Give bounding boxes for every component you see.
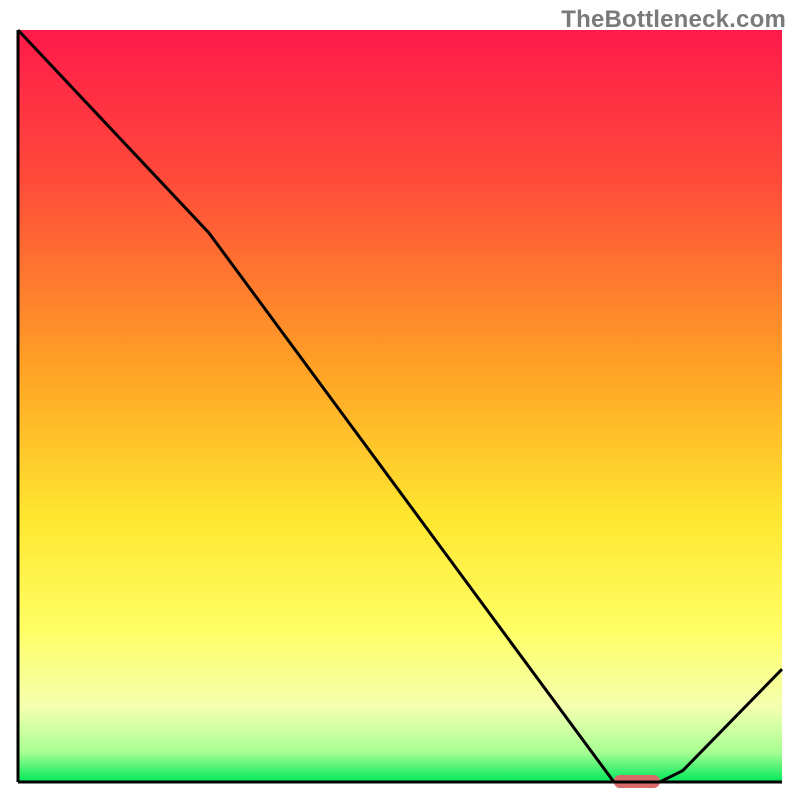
watermark-label: TheBottleneck.com — [561, 6, 786, 34]
gradient-background — [18, 30, 782, 782]
bottleneck-chart — [0, 0, 800, 800]
chart-container: TheBottleneck.com — [0, 0, 800, 800]
